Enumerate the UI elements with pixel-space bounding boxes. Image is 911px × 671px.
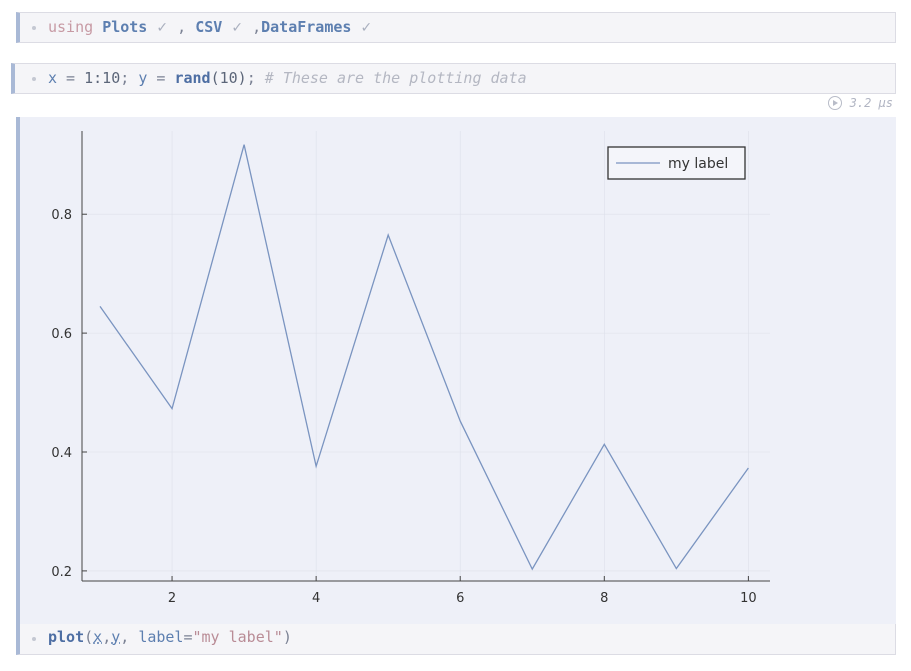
- cell-drag-handle-icon[interactable]: [32, 77, 36, 81]
- arg-y: y: [111, 628, 121, 646]
- sep: ;: [120, 69, 139, 87]
- cell-drag-handle-icon[interactable]: [32, 26, 36, 30]
- op: =: [183, 628, 193, 646]
- range: 1:10: [84, 69, 121, 87]
- fn-plot: plot: [48, 628, 85, 646]
- imports-cell[interactable]: using Plots ✓ , CSV ✓ ,DataFrames ✓: [16, 12, 896, 43]
- comma: ,: [243, 18, 262, 36]
- plot-code[interactable]: plot(x,y, label="my label"): [48, 627, 292, 647]
- check-icon: ✓: [156, 20, 169, 36]
- var-y: y: [138, 69, 148, 87]
- code-comment: # These are the plotting data: [264, 69, 527, 87]
- kwarg-label: label: [138, 628, 184, 646]
- module-csv: CSV: [195, 18, 223, 36]
- module-dataframes: DataFrames: [261, 18, 352, 36]
- op: =: [57, 69, 85, 87]
- plot-cell[interactable]: plot(x,y, label="my label"): [16, 624, 896, 655]
- series-line: [99, 144, 749, 571]
- check-icon: ✓: [360, 20, 373, 36]
- arg-x: x: [93, 628, 103, 646]
- plot-output: 2 4 6 8 10 0.2 0.4 0.6 0.8 my label: [16, 117, 896, 624]
- string-literal: "my label": [192, 628, 283, 646]
- fn-rand: rand: [174, 69, 211, 87]
- paren: ): [282, 628, 292, 646]
- imports-code[interactable]: using Plots ✓ , CSV ✓ ,DataFrames ✓: [48, 17, 372, 38]
- x-tick-label: 6: [456, 591, 464, 606]
- x-tick-label: 2: [168, 591, 176, 606]
- run-icon[interactable]: [827, 96, 842, 110]
- timing-label: 3.2 μs: [849, 96, 893, 110]
- legend-label: my label: [668, 156, 728, 172]
- comma: ,: [120, 628, 139, 646]
- keyword-using: using: [48, 18, 94, 36]
- run-timing[interactable]: 3.2 μs: [827, 96, 893, 110]
- y-tick-label: 0.8: [51, 208, 72, 223]
- paren: (: [84, 628, 94, 646]
- data-code[interactable]: x = 1:10; y = rand(10); # These are the …: [48, 68, 527, 88]
- x-tick-label: 10: [740, 591, 757, 606]
- data-cell[interactable]: x = 1:10; y = rand(10); # These are the …: [11, 63, 896, 94]
- sep: ;: [246, 69, 265, 87]
- cell-drag-handle-icon[interactable]: [32, 637, 36, 641]
- check-icon: ✓: [231, 20, 244, 36]
- op: =: [147, 69, 175, 87]
- var-x: x: [48, 69, 58, 87]
- module-plots: Plots: [102, 18, 148, 36]
- line-chart: 2 4 6 8 10 0.2 0.4 0.6 0.8 my label: [51, 131, 770, 606]
- y-tick-label: 0.4: [51, 446, 72, 461]
- y-tick-label: 0.6: [51, 327, 72, 342]
- x-tick-label: 8: [600, 591, 608, 606]
- x-tick-label: 4: [312, 591, 320, 606]
- comma: ,: [102, 628, 112, 646]
- comma: ,: [168, 18, 196, 36]
- y-tick-label: 0.2: [51, 565, 72, 580]
- args: (10): [210, 69, 247, 87]
